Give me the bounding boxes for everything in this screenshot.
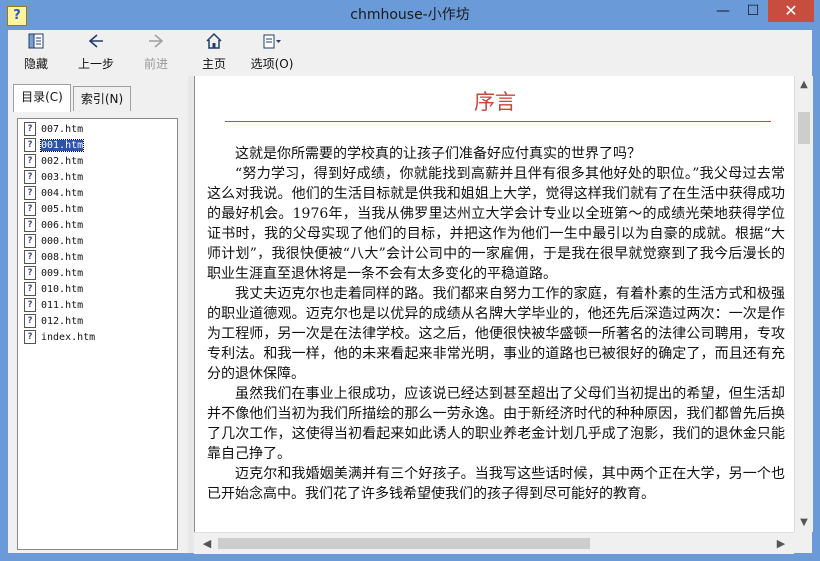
help-page-icon: ? bbox=[24, 330, 36, 344]
title-bar[interactable]: chmhouse-小作坊 ? — ☐ ✕ bbox=[0, 0, 820, 30]
help-page-icon: ? bbox=[24, 250, 36, 264]
tree-item-label: 003.htm bbox=[41, 172, 84, 183]
document-view[interactable]: 序言 这就是你所需要的学校真的让孩子们准备好应付真实的世界了吗？ “努力学习，得… bbox=[194, 76, 795, 532]
tree-item[interactable]: ? 011.htm bbox=[24, 298, 83, 314]
tree-item-label: 011.htm bbox=[41, 300, 84, 311]
scroll-up-icon[interactable]: ▲ bbox=[795, 76, 813, 94]
tree-item-label: index.htm bbox=[41, 332, 96, 343]
help-page-icon: ? bbox=[24, 154, 36, 168]
tree-item[interactable]: ? 002.htm bbox=[24, 154, 83, 170]
document-title: 序言 bbox=[474, 90, 516, 114]
options-label: 选项(O) bbox=[250, 57, 294, 71]
minimize-button[interactable]: — bbox=[708, 0, 738, 22]
tree-item-label: 006.htm bbox=[41, 220, 84, 231]
hide-label: 隐藏 bbox=[23, 57, 48, 71]
horizontal-scroll-thumb[interactable] bbox=[218, 538, 590, 549]
tree-item[interactable]: ? 012.htm bbox=[24, 314, 83, 330]
tab-contents[interactable]: 目录(C) bbox=[13, 84, 71, 112]
paragraph: “努力学习，得到好成绩，你就能找到高薪并且伴有很多其他好处的职位。”我父母过去常… bbox=[207, 166, 785, 282]
close-button[interactable]: ✕ bbox=[768, 0, 814, 22]
back-arrow-icon bbox=[68, 32, 124, 52]
scroll-right-icon[interactable]: ▶ bbox=[772, 533, 790, 554]
tree-item[interactable]: ? 008.htm bbox=[24, 250, 83, 266]
help-page-icon: ? bbox=[24, 218, 36, 232]
help-page-icon: ? bbox=[24, 298, 36, 312]
tree-item-label: 012.htm bbox=[41, 316, 84, 327]
toolbar: 隐藏 上一步 前进 主页 选项(O) bbox=[8, 30, 812, 74]
options-button[interactable]: 选项(O) bbox=[244, 30, 300, 74]
tab-index[interactable]: 索引(N) bbox=[73, 86, 131, 111]
tree-item[interactable]: ? 004.htm bbox=[24, 186, 83, 202]
document-body: 这就是你所需要的学校真的让孩子们准备好应付真实的世界了吗？ “努力学习，得到好成… bbox=[207, 144, 785, 504]
app-help-icon[interactable]: ? bbox=[7, 6, 27, 26]
help-page-icon: ? bbox=[24, 266, 36, 280]
help-page-icon: ? bbox=[24, 234, 36, 248]
scroll-left-icon[interactable]: ◀ bbox=[198, 533, 216, 554]
help-page-icon: ? bbox=[24, 122, 36, 136]
paragraph: 迈克尔和我婚姻美满并有三个好孩子。当我写这些话时候，其中两个正在大学，另一个也已… bbox=[207, 466, 785, 502]
tree-item[interactable]: ? 000.htm bbox=[24, 234, 83, 250]
tree-item-label: 000.htm bbox=[41, 236, 84, 247]
hide-pane-icon bbox=[14, 32, 58, 52]
tree-item-label: 001.htm bbox=[39, 139, 85, 152]
forward-arrow-icon bbox=[132, 32, 180, 52]
paragraph: 这就是你所需要的学校真的让孩子们准备好应付真实的世界了吗？ bbox=[235, 146, 641, 162]
vertical-scroll-thumb[interactable] bbox=[798, 112, 810, 144]
tree-item[interactable]: ? 010.htm bbox=[24, 282, 83, 298]
tree-item-label: 005.htm bbox=[41, 204, 84, 215]
vertical-scrollbar[interactable]: ▲ ▼ bbox=[794, 76, 813, 532]
scroll-down-icon[interactable]: ▼ bbox=[795, 514, 813, 532]
tree-item[interactable]: ? index.htm bbox=[24, 330, 95, 346]
tree-item-label: 002.htm bbox=[41, 156, 84, 167]
options-icon bbox=[244, 32, 300, 52]
tree-item-label: 004.htm bbox=[41, 188, 84, 199]
help-page-icon: ? bbox=[24, 314, 36, 328]
tree-item-label: 010.htm bbox=[41, 284, 84, 295]
paragraph: 我丈夫迈克尔也走着同样的路。我们都来自努力工作的家庭，有着朴素的生活方式和极强的… bbox=[207, 286, 785, 382]
forward-label: 前进 bbox=[143, 57, 168, 71]
title-divider bbox=[225, 121, 771, 122]
home-label: 主页 bbox=[201, 57, 226, 71]
tree-item[interactable]: ? 007.htm bbox=[24, 122, 83, 138]
paragraph: 虽然我们在事业上很成功，应该说已经达到甚至超出了父母们当初提出的希望，但生活却并… bbox=[207, 386, 785, 462]
tree-item[interactable]: ? 003.htm bbox=[24, 170, 83, 186]
home-button[interactable]: 主页 bbox=[192, 30, 236, 74]
back-button[interactable]: 上一步 bbox=[68, 30, 124, 74]
horizontal-scrollbar[interactable]: ◀ ▶ bbox=[194, 532, 794, 554]
hide-button[interactable]: 隐藏 bbox=[14, 30, 58, 74]
help-page-icon: ? bbox=[24, 170, 36, 184]
maximize-button[interactable]: ☐ bbox=[738, 0, 768, 22]
help-page-icon: ? bbox=[24, 282, 36, 296]
home-icon bbox=[192, 32, 236, 52]
forward-button[interactable]: 前进 bbox=[132, 30, 180, 74]
tree-item[interactable]: ? 009.htm bbox=[24, 266, 83, 282]
tree-item[interactable]: ? 005.htm bbox=[24, 202, 83, 218]
tree-item-label: 009.htm bbox=[41, 268, 84, 279]
help-page-icon: ? bbox=[24, 202, 36, 216]
back-label: 上一步 bbox=[77, 57, 114, 71]
help-page-icon: ? bbox=[24, 138, 36, 152]
tree-item[interactable]: ? 001.htm bbox=[24, 138, 85, 154]
scrollbar-corner bbox=[794, 532, 812, 553]
tree-item[interactable]: ? 006.htm bbox=[24, 218, 83, 234]
window-title: chmhouse-小作坊 bbox=[350, 7, 470, 23]
help-page-icon: ? bbox=[24, 186, 36, 200]
tree-item-label: 008.htm bbox=[41, 252, 84, 263]
tree-item-label: 007.htm bbox=[41, 124, 84, 135]
